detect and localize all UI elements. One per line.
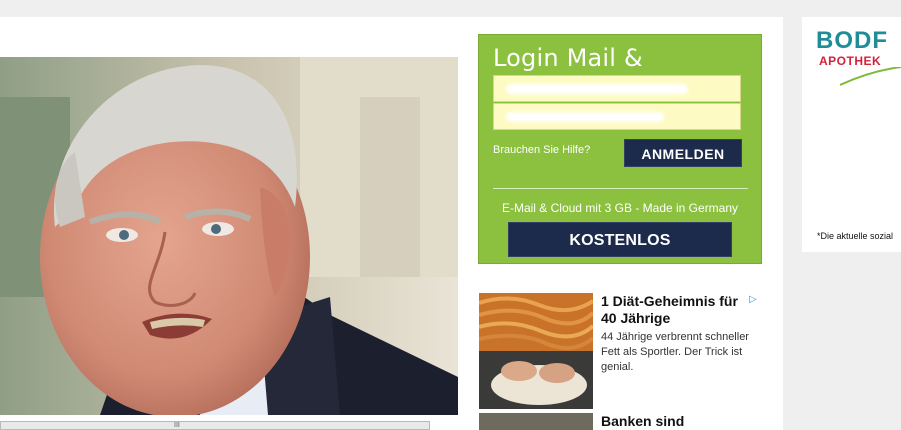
ad-thumbnail[interactable]: [479, 293, 593, 409]
brand-logo-subtext: APOTHEK: [819, 54, 882, 68]
sponsored-ad-item[interactable]: 1 Diät-Geheimnis für 40 Jährige ▷ 44 Jäh…: [479, 293, 761, 411]
ad-headline[interactable]: Banken sind: [601, 413, 751, 430]
pasta-dough-image: [479, 293, 593, 409]
redacted-value: [506, 84, 688, 94]
adchoices-icon[interactable]: ▷: [749, 295, 759, 305]
login-title: Login Mail &: [493, 44, 643, 72]
ad-headline[interactable]: 1 Diät-Geheimnis für 40 Jährige: [601, 293, 751, 327]
signup-tagline: E-Mail & Cloud mit 3 GB - Made in German…: [501, 201, 739, 215]
register-button[interactable]: KOSTENLOS REGISTRIEREN: [508, 222, 732, 284]
help-link[interactable]: Brauchen Sie Hilfe?: [493, 144, 590, 156]
brand-logo-text: BODF: [816, 27, 888, 54]
swoosh-icon: [840, 67, 901, 86]
login-divider: [493, 188, 748, 189]
portrait-photo: [0, 57, 458, 415]
email-field[interactable]: [493, 75, 741, 102]
sponsored-ad-item[interactable]: Banken sind: [479, 413, 761, 430]
redacted-value: [506, 112, 664, 122]
horizontal-scrollbar[interactable]: III: [0, 421, 430, 430]
password-field[interactable]: [493, 103, 741, 130]
login-button[interactable]: ANMELDEN: [624, 139, 742, 167]
ad-description: 44 Jährige verbrennt schneller Fett als …: [601, 331, 749, 373]
sidebar-ad-panel[interactable]: BODF APOTHEK *Die aktuelle sozial: [802, 17, 901, 252]
scroll-grip-icon[interactable]: III: [174, 422, 180, 429]
login-box: Login Mail & Brauchen Sie Hilfe? ANMELDE…: [478, 34, 762, 284]
article-hero-image[interactable]: [0, 57, 458, 415]
sidebar-ad-note: *Die aktuelle sozial: [817, 231, 894, 241]
ad-thumbnail[interactable]: [479, 413, 593, 430]
